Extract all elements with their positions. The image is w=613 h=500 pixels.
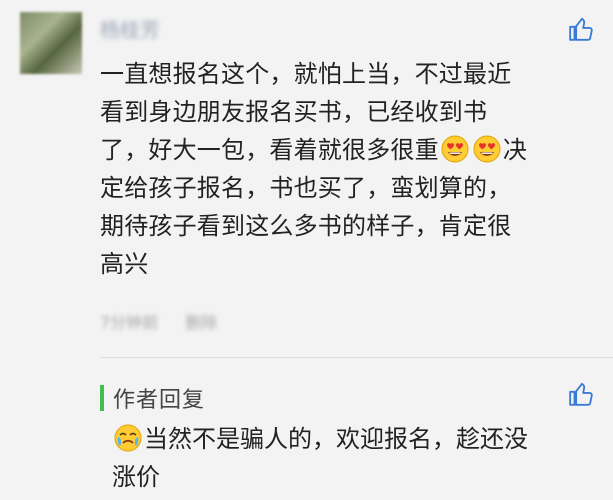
author-reply-label: 作者回复	[113, 388, 206, 413]
delete-link[interactable]: 删除	[185, 313, 217, 332]
comment-body: 一直想报名这个，就怕上当，不过最近 看到身边朋友报名买书，已经收到书 了，好大一…	[100, 55, 600, 283]
crying-face-emoji-icon	[114, 424, 142, 452]
reply-line: 当然不是骗人的，欢迎报名，趁还没	[112, 420, 612, 458]
thumbs-up-icon[interactable]	[568, 381, 594, 407]
author-reply-body: 当然不是骗人的，欢迎报名，趁还没 涨价	[112, 420, 612, 496]
comment-line: 一直想报名这个，就怕上当，不过最近	[100, 60, 512, 88]
reply-line: 涨价	[112, 463, 160, 491]
reply-accent-bar	[100, 385, 104, 411]
heart-eyes-emoji-icon	[441, 135, 469, 163]
comment-meta: 7分钟前 删除	[100, 311, 239, 335]
thumbs-up-icon[interactable]	[568, 16, 594, 42]
comment-line: 了，好大一包，看着就很多很重决	[100, 135, 528, 164]
avatar[interactable]	[20, 12, 82, 74]
author-reply-header: 作者回复	[100, 383, 205, 413]
comment-line: 看到身边朋友报名买书，已经收到书	[100, 98, 488, 126]
divider	[100, 357, 613, 358]
comment-line: 定给孩子报名，书也买了，蛮划算的，	[100, 174, 512, 202]
comment-line: 期待孩子看到这么多书的样子，肯定很	[100, 212, 512, 240]
commenter-name[interactable]: 杨桂芳	[100, 18, 160, 42]
heart-eyes-emoji-icon	[473, 135, 501, 163]
comment-line: 高兴	[100, 250, 149, 278]
comment-time: 7分钟前	[100, 313, 159, 332]
